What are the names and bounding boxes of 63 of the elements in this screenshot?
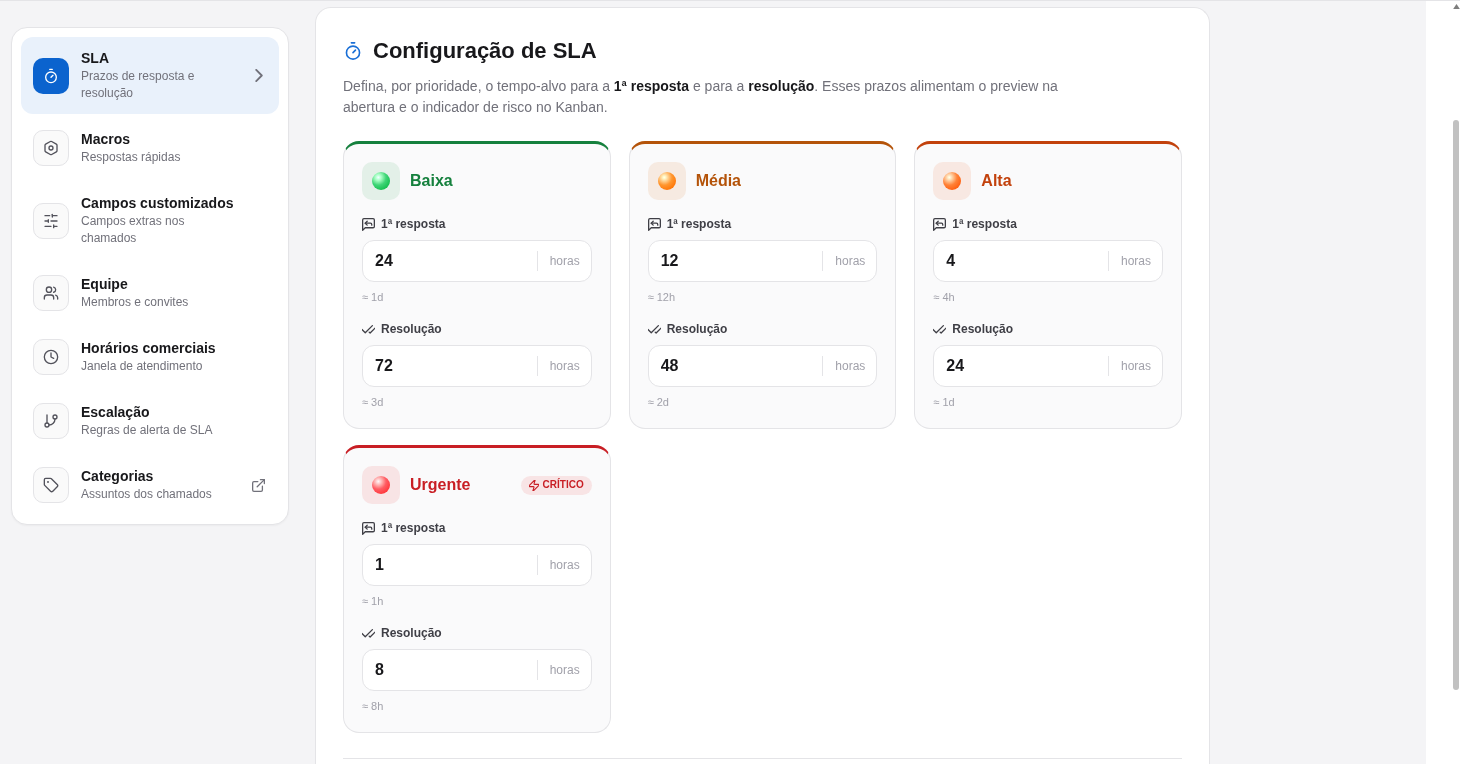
field-label: 1ª resposta xyxy=(952,216,1017,233)
chevron-right-icon xyxy=(255,69,263,82)
reply-message-icon xyxy=(647,217,661,231)
reply-message-icon xyxy=(362,217,375,231)
orb-icon xyxy=(362,162,400,200)
sidebar-item[interactable]: Horários comerciais Janela de atendimento xyxy=(21,327,279,387)
field-label: 1ª resposta xyxy=(381,216,446,233)
sidebar-item[interactable]: Macros Respostas rápidas xyxy=(21,118,279,178)
approx-duration: ≈ 1h xyxy=(362,594,385,609)
double-check-icon xyxy=(362,322,375,336)
approx-duration: ≈ 12h xyxy=(647,290,677,305)
stopwatch-icon xyxy=(345,42,361,60)
unit-label: horas xyxy=(549,662,580,679)
field-label: Resolução xyxy=(381,321,442,338)
page-description: Defina, por prioridade, o tempo-alvo para a 1ª resposta e para a resolução. Esses prazos alimentam o preview na abertura e o indicador de risco no Kanban. xyxy=(343,77,1059,117)
orb-icon xyxy=(362,466,400,504)
clock-icon xyxy=(33,339,69,375)
field-label: Resolução xyxy=(381,625,442,642)
approx-duration: ≈ 2d xyxy=(647,395,670,410)
orb-icon xyxy=(647,162,686,200)
sliders-icon xyxy=(33,202,69,239)
lightning-icon xyxy=(528,479,539,491)
scrollbar-thumb[interactable] xyxy=(1453,120,1459,690)
field-label: Resolução xyxy=(952,321,1013,338)
approx-duration: ≈ 3d xyxy=(362,395,385,410)
scroll-up-arrow-icon[interactable] xyxy=(1452,4,1460,9)
field-label: 1ª resposta xyxy=(666,216,732,233)
field-label: Resolução xyxy=(666,321,728,338)
stopwatch-icon xyxy=(33,57,69,94)
unit-label: horas xyxy=(549,557,580,574)
hexagon-icon xyxy=(33,130,69,166)
sidebar-item[interactable]: Categorias Assuntos dos chamados xyxy=(21,455,279,515)
sidebar-item[interactable]: SLA Prazos de resposta e resolução xyxy=(21,37,279,114)
unit-label: horas xyxy=(835,253,866,270)
users-icon xyxy=(33,275,69,311)
sidebar-item[interactable]: Campos customizados Campos extras nos chamados xyxy=(21,182,279,259)
double-check-icon xyxy=(647,322,661,336)
branch-icon xyxy=(33,403,69,439)
unit-label: horas xyxy=(549,358,580,375)
double-check-icon xyxy=(362,626,375,640)
field-label: 1ª resposta xyxy=(381,520,446,537)
priority-title: Média xyxy=(695,171,741,191)
priority-title: Baixa xyxy=(410,171,453,191)
double-check-icon xyxy=(933,322,947,336)
approx-duration: ≈ 4h xyxy=(933,290,956,305)
unit-label: horas xyxy=(1120,358,1151,375)
sidebar-item[interactable]: Escalação Regras de alerta de SLA xyxy=(21,391,279,451)
unit-label: horas xyxy=(835,358,866,375)
approx-duration: ≈ 1d xyxy=(933,395,956,410)
sidebar-item[interactable]: Equipe Membros e convites xyxy=(21,263,279,323)
approx-duration: ≈ 1d xyxy=(362,290,385,305)
unit-label: horas xyxy=(549,253,580,270)
priority-title: Urgente xyxy=(410,475,471,495)
reply-message-icon xyxy=(933,217,947,231)
reply-message-icon xyxy=(362,521,375,535)
tag-icon xyxy=(33,467,69,503)
approx-duration: ≈ 8h xyxy=(362,699,385,714)
page-title: Configuração de SLA xyxy=(373,37,597,65)
orb-icon xyxy=(933,162,972,200)
priority-title: Alta xyxy=(981,171,1012,191)
external-link-icon[interactable] xyxy=(252,478,265,492)
unit-label: horas xyxy=(1120,253,1151,270)
critical-label: CRÍTICO xyxy=(542,479,584,491)
